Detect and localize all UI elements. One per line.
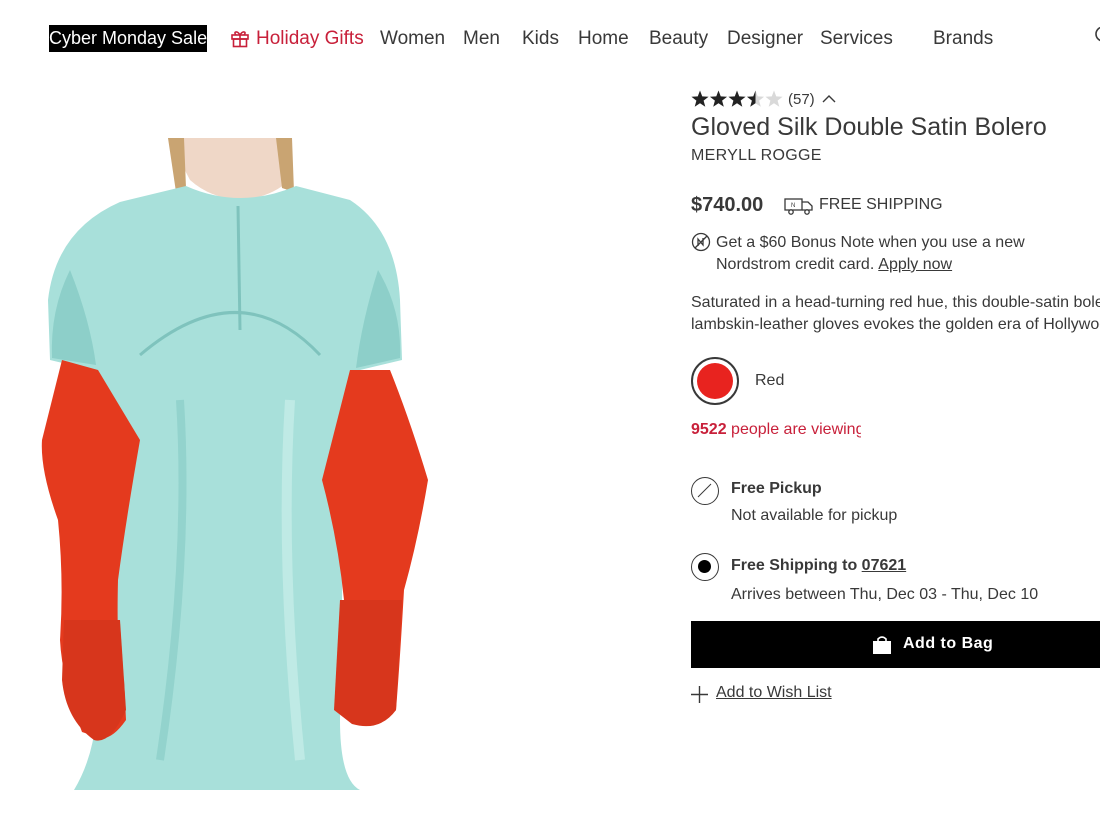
viewers-text: people are viewing xyxy=(731,421,861,438)
nav-men[interactable]: Men xyxy=(463,25,500,52)
selected-color-name: Red xyxy=(755,372,785,389)
radio-selected-dot xyxy=(698,560,711,573)
color-swatch-fill xyxy=(697,363,733,399)
pickup-radio[interactable] xyxy=(691,477,719,505)
truck-icon: N xyxy=(784,198,813,215)
nav-brands[interactable]: Brands xyxy=(933,25,993,52)
shopping-bag-icon xyxy=(873,636,891,654)
shipping-radio[interactable] xyxy=(691,553,719,581)
description-line-1: Saturated in a head-turning red hue, thi… xyxy=(691,294,1100,311)
rating-star xyxy=(728,90,746,107)
nav-home[interactable]: Home xyxy=(578,25,629,52)
shipping-arrival: Arrives between Thu, Dec 03 - Thu, Dec 1… xyxy=(731,586,1039,603)
product-price: $740.00 xyxy=(691,194,764,216)
nav-designer[interactable]: Designer xyxy=(727,25,803,52)
product-title: Gloved Silk Double Satin Bolero xyxy=(691,113,1047,141)
zip-code-link[interactable]: 07621 xyxy=(862,557,907,574)
nav-beauty[interactable]: Beauty xyxy=(649,25,708,52)
viewers-notice: 9522 people are viewing xyxy=(691,421,861,439)
rating-stars xyxy=(691,90,783,107)
model-hair-left xyxy=(168,138,186,192)
free-shipping-label: FREE SHIPPING xyxy=(819,196,943,213)
gift-icon xyxy=(231,31,249,48)
product-brand[interactable]: MERYLL ROGGE xyxy=(691,147,822,165)
rating-star xyxy=(691,90,709,107)
search-icon[interactable] xyxy=(1094,25,1100,45)
bonus-note-promo: Get a $60 Bonus Note when you use a new … xyxy=(716,232,1036,276)
product-description: Saturated in a head-turning red hue, thi… xyxy=(691,292,1100,338)
rating-star xyxy=(746,90,765,107)
bonus-note-text: Get a $60 Bonus Note when you use a new … xyxy=(716,234,1025,273)
glove-right-hand xyxy=(334,600,402,727)
unavailable-slash-icon xyxy=(697,483,712,498)
nav-women[interactable]: Women xyxy=(380,25,445,52)
rating-star xyxy=(709,90,728,107)
nav-holiday-gifts-label: Holiday Gifts xyxy=(256,28,364,49)
add-to-bag-label: Add to Bag xyxy=(903,635,994,652)
add-to-bag-button[interactable]: Add to Bag xyxy=(691,621,1100,668)
review-count[interactable]: (57) xyxy=(788,91,815,108)
product-image[interactable] xyxy=(0,120,600,825)
nav-kids[interactable]: Kids xyxy=(522,25,559,52)
rating-star xyxy=(765,90,783,107)
chevron-up-icon[interactable] xyxy=(822,94,836,104)
pickup-subtitle: Not available for pickup xyxy=(731,507,898,524)
apply-now-link[interactable]: Apply now xyxy=(878,256,952,273)
shipping-title: Free Shipping to 07621 xyxy=(731,557,906,575)
nordstrom-card-icon xyxy=(691,232,711,252)
pickup-title: Free Pickup xyxy=(731,480,822,497)
glove-left-hand xyxy=(62,620,126,741)
plus-icon xyxy=(691,686,708,703)
description-line-2: lambskin-leather gloves evokes the golde… xyxy=(691,316,1100,333)
nav-cyber-monday-sale[interactable]: Cyber Monday Sale xyxy=(49,25,207,52)
dress-keyhole xyxy=(236,205,242,331)
top-navigation: Cyber Monday Sale Holiday Gifts Women Me… xyxy=(0,0,1100,75)
svg-text:N: N xyxy=(791,203,795,209)
add-to-wishlist-label: Add to Wish List xyxy=(716,684,832,701)
color-swatch-red[interactable] xyxy=(691,357,739,405)
shipping-title-prefix: Free Shipping to xyxy=(731,557,858,574)
nav-services[interactable]: Services xyxy=(820,25,893,52)
viewers-count: 9522 xyxy=(691,421,727,438)
